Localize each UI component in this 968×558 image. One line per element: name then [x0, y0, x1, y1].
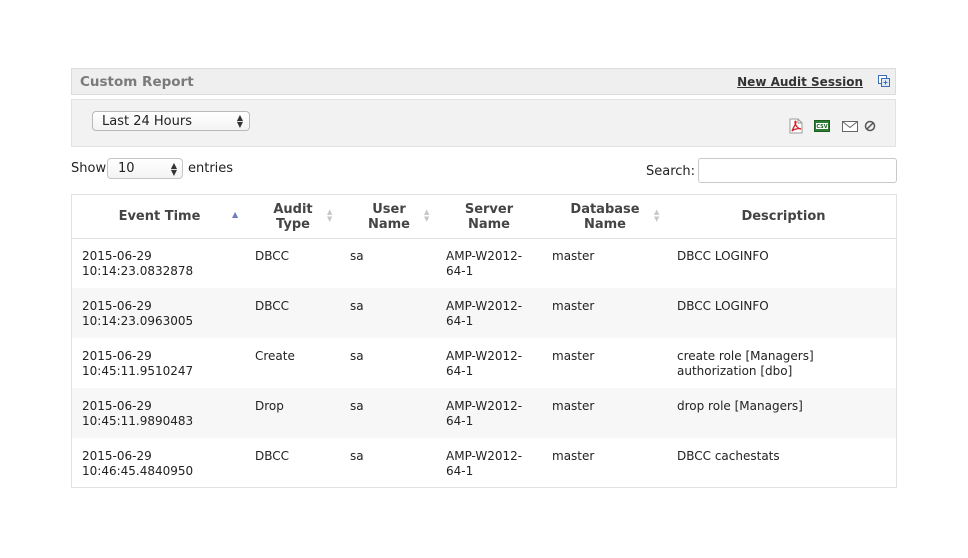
pdf-icon[interactable] [787, 118, 805, 134]
cell-audit-type: DBCC [255, 299, 290, 313]
sort-both-icon: ▲ ▼ [654, 208, 660, 223]
cell-user-name: sa [350, 399, 364, 413]
cell-event-time: 2015-06-29 10:45:11.9510247 [82, 349, 194, 378]
cell-database-name: master [552, 399, 595, 413]
page-length-value: 10 [118, 161, 135, 176]
cell-description: create role [Managers] authorization [db… [677, 349, 814, 378]
show-label: Show [71, 161, 107, 176]
column-header-server-name[interactable]: Server Name [439, 195, 539, 238]
table-row[interactable]: 2015-06-29 10:14:23.0832878 DBCC sa AMP-W20… [72, 238, 896, 288]
search-label: Search: [646, 164, 696, 179]
time-range-value: Last 24 Hours [102, 114, 192, 129]
cell-description: drop role [Managers] [677, 399, 803, 413]
svg-text:CSV: CSV [816, 124, 827, 130]
page-length-select[interactable]: 10 ▲ ▼ [107, 158, 183, 179]
cell-audit-type: Create [255, 349, 295, 363]
table-row[interactable]: 2015-06-29 10:45:11.9890483 Drop sa AMP-W20… [72, 388, 896, 438]
cell-database-name: master [552, 349, 595, 363]
cell-audit-type: Drop [255, 399, 284, 413]
cell-server-name: AMP-W2012-64-1 [446, 249, 523, 278]
entries-label: entries [188, 161, 234, 176]
table-row[interactable]: 2015-06-29 10:46:45.4840950 DBCC sa AMP-W20… [72, 438, 896, 488]
cell-description: DBCC cachestats [677, 449, 780, 463]
time-range-select[interactable]: Last 24 Hours ▲ ▼ [92, 111, 250, 131]
new-audit-session-link[interactable]: New Audit Session [737, 75, 863, 89]
select-arrows-icon: ▲ ▼ [236, 113, 243, 129]
cell-user-name: sa [350, 449, 364, 463]
cell-event-time: 2015-06-29 10:14:23.0963005 [82, 299, 194, 328]
cell-audit-type: DBCC [255, 449, 290, 463]
cell-server-name: AMP-W2012-64-1 [446, 299, 523, 328]
new-session-icon[interactable] [878, 75, 890, 87]
column-header-description[interactable]: Description [671, 195, 896, 238]
email-icon[interactable] [841, 118, 859, 134]
sort-both-icon: ▲ ▼ [424, 208, 430, 223]
csv-icon[interactable]: CSV [813, 118, 831, 134]
report-header: Custom Report New Audit Session [71, 68, 896, 95]
column-header-event-time[interactable]: Event Time [72, 195, 247, 238]
cell-event-time: 2015-06-29 10:14:23.0832878 [82, 249, 194, 278]
sort-both-icon: ▲ ▼ [327, 208, 333, 223]
report-title: Custom Report [80, 74, 194, 90]
cell-user-name: sa [350, 349, 364, 363]
export-icons: CSV [777, 118, 877, 134]
sort-ascending-icon: ▲ [232, 210, 239, 219]
cell-server-name: AMP-W2012-64-1 [446, 399, 523, 428]
cell-server-name: AMP-W2012-64-1 [446, 449, 523, 478]
column-header-audit-type[interactable]: Audit Type [247, 195, 339, 238]
report-toolbar: Last 24 Hours ▲ ▼ CSV [71, 99, 896, 147]
cell-description: DBCC LOGINFO [677, 299, 769, 313]
cancel-icon[interactable] [863, 118, 877, 134]
cell-event-time: 2015-06-29 10:46:45.4840950 [82, 449, 194, 478]
cell-user-name: sa [350, 249, 364, 263]
table-header: Event Time ▲ Audit Type ▲ ▼ User Name ▲ ▼ … [72, 195, 896, 239]
cell-database-name: master [552, 449, 595, 463]
table-row[interactable]: 2015-06-29 10:45:11.9510247 Create sa AMP-W… [72, 338, 896, 388]
cell-event-time: 2015-06-29 10:45:11.9890483 [82, 399, 194, 428]
cell-description: DBCC LOGINFO [677, 249, 769, 263]
cell-database-name: master [552, 249, 595, 263]
column-header-database-name[interactable]: Database Name [539, 195, 671, 238]
table-row[interactable]: 2015-06-29 10:14:23.0963005 DBCC sa AMP-W20… [72, 288, 896, 338]
select-arrows-icon: ▲ ▼ [170, 161, 177, 177]
cell-server-name: AMP-W2012-64-1 [446, 349, 523, 378]
cell-database-name: master [552, 299, 595, 313]
cell-audit-type: DBCC [255, 249, 290, 263]
audit-table: Event Time ▲ Audit Type ▲ ▼ User Name ▲ ▼ … [71, 194, 897, 488]
search-input[interactable] [698, 158, 897, 183]
cell-user-name: sa [350, 299, 364, 313]
